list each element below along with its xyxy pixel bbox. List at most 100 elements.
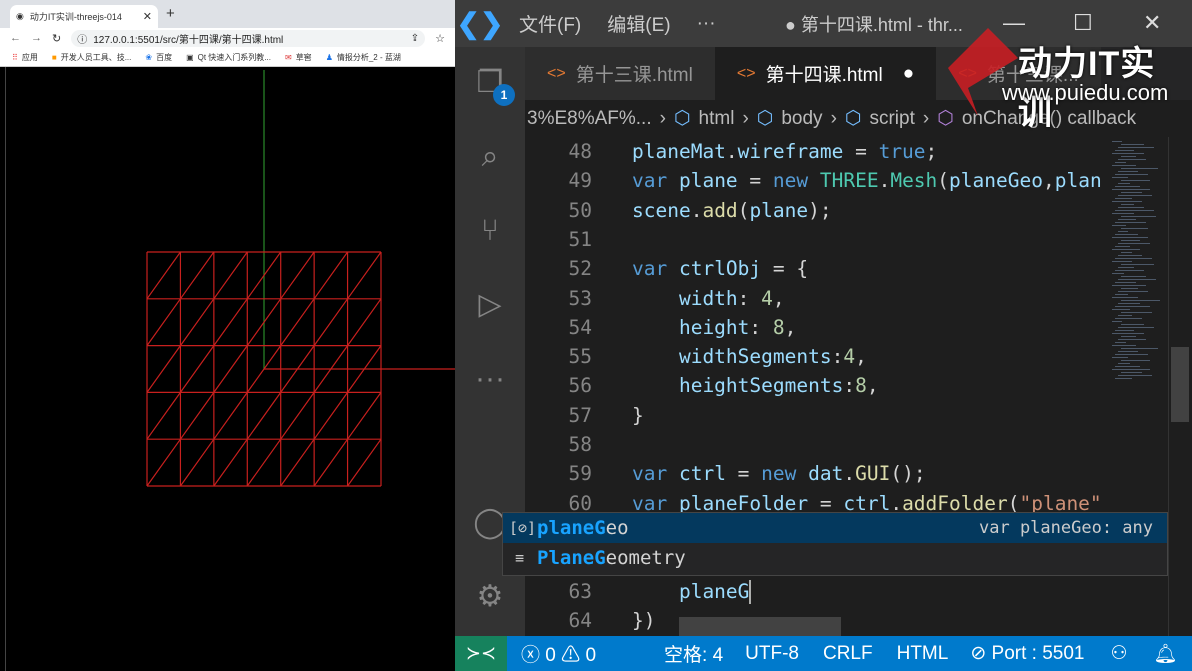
- reload-icon[interactable]: ↻: [52, 32, 61, 45]
- browser-tab[interactable]: ◉ 动力IT实训-threejs-014 ✕: [10, 5, 158, 28]
- line-ending[interactable]: CRLF: [823, 643, 873, 665]
- code-line[interactable]: 58: [525, 430, 1108, 459]
- bookmark-star-icon[interactable]: ☆: [435, 32, 445, 45]
- more-icon[interactable]: ···: [472, 361, 508, 397]
- line-number: 63: [568, 579, 592, 603]
- remote-icon[interactable]: ≻≺: [455, 636, 507, 671]
- minimap-line: [1118, 279, 1156, 280]
- code-token: (: [737, 198, 750, 222]
- windows-icon: ■: [51, 52, 57, 62]
- code-line[interactable]: 63 planeG: [525, 577, 1108, 606]
- tab-lesson14[interactable]: <> 第十四课.html ●: [714, 47, 937, 100]
- language-mode[interactable]: HTML: [897, 643, 949, 665]
- back-icon[interactable]: ←: [10, 32, 21, 44]
- code-line[interactable]: 52 var ctrlObj = {: [525, 254, 1108, 283]
- code-line[interactable]: 57}: [525, 401, 1108, 430]
- minimap-line: [1118, 375, 1152, 376]
- line-number: 57: [568, 403, 592, 427]
- live-server-port[interactable]: ⊘ Port : 5501: [970, 642, 1084, 665]
- minimize-icon[interactable]: —: [1003, 10, 1025, 36]
- horizontal-scrollbar[interactable]: [679, 617, 841, 636]
- mesh-diagonal: [280, 251, 315, 300]
- mesh-diagonal: [347, 298, 382, 346]
- code-line[interactable]: 48 planeMat.wireframe = true;: [525, 137, 1108, 166]
- code-token: ,: [1042, 169, 1055, 193]
- new-tab-button[interactable]: +: [166, 5, 175, 22]
- bookmark-qt[interactable]: ▣ Qt 快速入门系列教...: [186, 52, 271, 63]
- feedback-icon[interactable]: ⚇: [1111, 642, 1128, 665]
- code-token: = {: [761, 257, 809, 281]
- baidu-icon: ❀: [145, 52, 153, 62]
- code-line[interactable]: 59 var ctrl = new dat.GUI();: [525, 459, 1108, 488]
- source-control-icon[interactable]: ⑂: [472, 213, 508, 249]
- book-icon: ▣: [186, 52, 194, 62]
- settings-gear-icon[interactable]: ⚙: [472, 579, 508, 615]
- minimap-line: [1118, 303, 1140, 304]
- code-token: :: [843, 374, 856, 398]
- code-token: ,: [772, 286, 785, 310]
- search-icon[interactable]: ⌕: [472, 139, 508, 175]
- mesh-diagonal: [213, 298, 248, 346]
- menu-edit[interactable]: 编辑(E): [607, 10, 670, 37]
- code-token: add: [702, 198, 738, 222]
- minimap-line: [1115, 210, 1154, 211]
- code-token: ,: [784, 315, 797, 339]
- minimap-line: [1112, 297, 1138, 298]
- dirty-indicator[interactable]: ●: [903, 63, 914, 85]
- warning-count: 0: [585, 645, 597, 666]
- suggestion-detail: var planeGeo: any: [979, 518, 1153, 538]
- vertical-scrollbar[interactable]: [1168, 137, 1190, 636]
- address-bar[interactable]: ⓘ 127.0.0.1:5501/src/第十四课/第十四课.html ⇪: [71, 29, 426, 47]
- breadcrumb-callback[interactable]: onChange() callback: [962, 108, 1136, 130]
- menu-more[interactable]: ···: [697, 13, 716, 35]
- mesh-diagonal: [347, 392, 382, 440]
- scrollbar-thumb[interactable]: [1171, 347, 1189, 422]
- tab-lesson13-2[interactable]: <> 第十三课...: [936, 47, 1101, 100]
- status-bar: ≻≺ ⓧ 0 ⚠ 0 空格: 4 UTF-8 CRLF HTML ⊘ Port …: [455, 636, 1192, 671]
- code-token: new: [761, 462, 809, 486]
- tab-lesson13[interactable]: <> 第十三课.html: [525, 47, 715, 100]
- notifications-bell-icon[interactable]: 🔔︎: [1154, 642, 1178, 666]
- breadcrumb-html[interactable]: html: [699, 108, 735, 130]
- run-debug-icon[interactable]: ▷: [472, 287, 508, 323]
- code-text: widthSegments:4,: [632, 342, 867, 371]
- forward-icon[interactable]: →: [31, 32, 42, 44]
- code-line[interactable]: 56 heightSegments:8,: [525, 371, 1108, 400]
- bookmark-lanhu[interactable]: ♟ 情报分析_2 - 蓝湖: [326, 52, 401, 63]
- code-token: planeGeo: [949, 169, 1043, 193]
- code-line[interactable]: 55 widthSegments:4,: [525, 342, 1108, 371]
- bookmark-mail[interactable]: ✉ 草窖: [285, 52, 312, 63]
- code-line[interactable]: 53 width: 4,: [525, 284, 1108, 313]
- mesh-diagonal: [146, 251, 181, 300]
- minimap-line: [1112, 177, 1128, 178]
- code-line[interactable]: 51: [525, 225, 1108, 254]
- suggestion-planegeometry[interactable]: ≡ PlaneG eometry: [503, 543, 1167, 573]
- code-token: new: [772, 169, 820, 193]
- breadcrumb-body[interactable]: body: [781, 108, 822, 130]
- suggestion-planegeo[interactable]: [⊘] planeG eo var planeGeo: any: [503, 513, 1167, 543]
- breadcrumb-script[interactable]: script: [869, 108, 914, 130]
- encoding[interactable]: UTF-8: [745, 643, 799, 665]
- breadcrumb-path[interactable]: 3%E8%AF%...: [527, 108, 652, 130]
- bookmark-apps[interactable]: ⠿ 应用: [12, 52, 38, 63]
- bookmark-devtools[interactable]: ■ 开发人员工具、技...: [52, 52, 132, 63]
- code-token: var: [632, 257, 679, 281]
- threejs-canvas[interactable]: [5, 67, 455, 671]
- maximize-icon[interactable]: ☐: [1073, 10, 1093, 36]
- bookmark-baidu[interactable]: ❀ 百度: [145, 52, 172, 63]
- code-line[interactable]: 54 height: 8,: [525, 313, 1108, 342]
- close-tab-icon[interactable]: ✕: [143, 10, 152, 23]
- code-line[interactable]: 49 var plane = new THREE.Mesh(planeGeo,pl…: [525, 166, 1108, 195]
- mesh-diagonal: [280, 438, 315, 487]
- menu-file[interactable]: 文件(F): [519, 10, 581, 37]
- close-icon[interactable]: ✕: [1143, 10, 1161, 36]
- code-token: ctrlObj: [678, 257, 762, 281]
- indent-setting[interactable]: 空格: 4: [664, 640, 723, 667]
- info-icon: ⓘ: [77, 34, 88, 46]
- minimap-line: [1115, 354, 1148, 355]
- problems-indicator[interactable]: ⓧ 0 ⚠ 0: [521, 640, 596, 667]
- mesh-diagonal: [246, 392, 282, 440]
- code-line[interactable]: 50 scene.add(plane);: [525, 196, 1108, 225]
- port-label: Port : 5501: [991, 643, 1085, 664]
- share-icon[interactable]: ⇪: [411, 33, 419, 44]
